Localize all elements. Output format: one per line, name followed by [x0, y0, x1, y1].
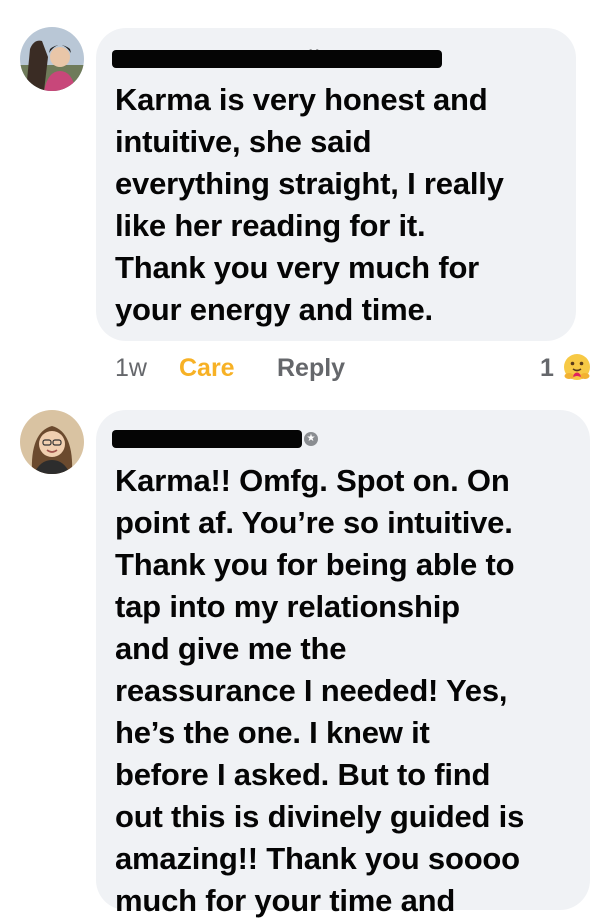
comment-line: intuitive, she said — [115, 124, 372, 159]
profile-photo-woman-icon — [20, 410, 84, 474]
comment-line: reassurance I needed! Yes, — [115, 673, 508, 708]
comment-line: tap into my relationship — [115, 589, 460, 624]
comment-line: out this is divinely guided is — [115, 799, 525, 834]
comment-line: and give me the — [115, 631, 347, 666]
previous-comment-fragment — [0, 0, 600, 10]
comment-line: Karma!! Omfg. Spot on. On — [115, 463, 510, 498]
name-redaction-bar — [112, 430, 302, 448]
name-redaction-bar — [112, 50, 442, 68]
care-reaction-button[interactable]: Care — [179, 352, 235, 384]
comment-line: everything straight, I really — [115, 166, 504, 201]
badge-icon: ★ — [304, 432, 318, 446]
comment-line: before I asked. But to find — [115, 757, 491, 792]
timestamp[interactable]: 1w — [115, 352, 147, 384]
comment-text: Karma!! Omfg. Spot on. On point af. You’… — [115, 460, 524, 922]
comment-text: Karma is very honest and intuitive, she … — [115, 79, 504, 331]
reaction-count[interactable]: 1 — [540, 352, 554, 384]
avatar[interactable] — [20, 410, 84, 474]
profile-photo-with-horse-icon — [20, 27, 84, 91]
comment-line: he’s the one. I knew it — [115, 715, 430, 750]
reply-button[interactable]: Reply — [277, 352, 345, 384]
comment-line: point af. You’re so intuitive. — [115, 505, 513, 540]
comment-line: Thank you very much for — [115, 250, 480, 285]
comment-line: much for your time and — [115, 883, 456, 918]
comment-line: Karma is very honest and — [115, 82, 488, 117]
care-emoji-icon — [564, 354, 590, 380]
avatar[interactable] — [20, 27, 84, 91]
comment-line: Thank you for being able to — [115, 547, 515, 582]
comment-line: your energy and time. — [115, 292, 433, 327]
comment-line: amazing!! Thank you soooo — [115, 841, 520, 876]
comment-line: like her reading for it. — [115, 208, 426, 243]
comment-actions: 1w Care Reply — [115, 352, 415, 384]
